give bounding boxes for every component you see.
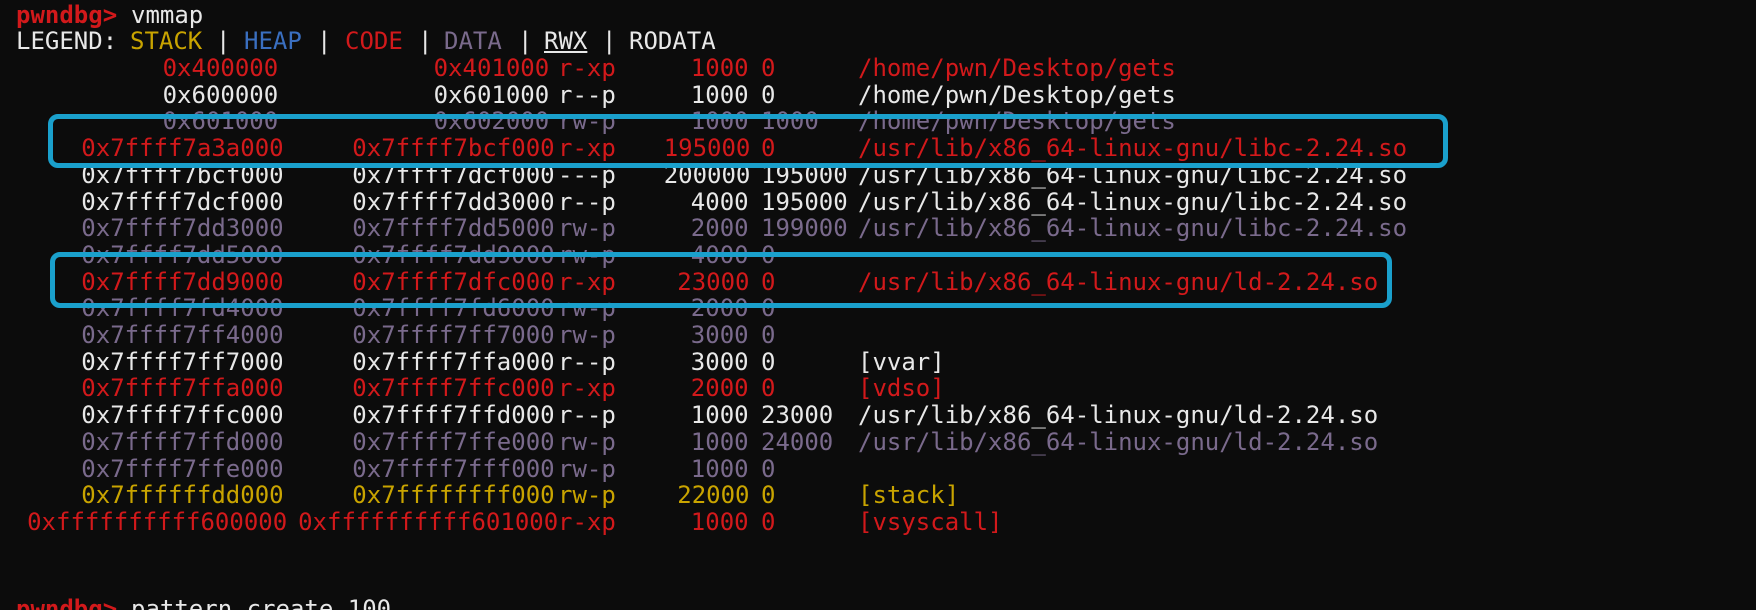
legend-line: LEGEND: STACK | HEAP | CODE | DATA | RWX… [16, 26, 716, 56]
permissions: r--p [558, 187, 616, 216]
legend-rodata: RODATA [629, 27, 716, 55]
offset: 195000 [761, 187, 848, 216]
permissions: rw-p [558, 481, 616, 510]
end-address: 0x7ffff7ffa000 [352, 347, 555, 376]
legend-label: LEGEND: [16, 27, 118, 55]
size: 4000 [690, 187, 749, 216]
end-address: 0x7ffff7dd3000 [352, 187, 555, 216]
end-address: 0x7ffff7ffd000 [352, 401, 555, 430]
path: [stack] [858, 481, 960, 510]
offset: 0 [761, 321, 776, 349]
start-address: 0xffffffffff600000 [27, 507, 288, 536]
offset: 0 [761, 507, 776, 536]
path: /usr/lib/x86_64-linux-gnu/ld-2.24.so [858, 427, 1379, 456]
prompt: pwndbg> [16, 595, 118, 610]
next-command-line: pwndbg> pattern create 100 [16, 594, 391, 610]
path: [vdso] [858, 374, 945, 403]
legend-stack: STACK [130, 27, 203, 55]
offset: 0 [761, 80, 776, 109]
permissions: rw-p [558, 454, 616, 483]
size: 1000 [690, 427, 749, 456]
size: 1000 [690, 401, 749, 430]
legend-sep: | [418, 27, 433, 55]
permissions: r-xp [558, 54, 616, 82]
terminal-window[interactable]: pwndbg> vmmap LEGEND: STACK | HEAP | CODE… [0, 0, 1756, 610]
offset: 23000 [761, 401, 834, 430]
path: /usr/lib/x86_64-linux-gnu/libc-2.24.so [858, 214, 1408, 243]
end-address: 0x7ffffffff000 [352, 481, 555, 510]
start-address: 0x7ffffffdd000 [81, 481, 284, 510]
start-address: 0x400000 [162, 54, 279, 82]
permissions: rw-p [558, 321, 616, 349]
end-address: 0x7ffff7ffe000 [352, 427, 555, 456]
permissions: r-xp [558, 507, 616, 536]
path: /home/pwn/Desktop/gets [858, 80, 1176, 109]
path: [vvar] [858, 347, 945, 376]
offset: 0 [761, 374, 776, 403]
legend-sep: | [317, 27, 332, 55]
highlight-box-ld-code [50, 252, 1392, 308]
permissions: rw-p [558, 214, 616, 243]
start-address: 0x7ffff7ff4000 [81, 321, 284, 349]
end-address: 0x7ffff7fff000 [352, 454, 555, 483]
offset: 0 [761, 481, 776, 510]
size: 1000 [690, 54, 749, 82]
permissions: r-xp [558, 374, 616, 403]
legend-sep: | [216, 27, 231, 55]
end-address: 0xffffffffff601000 [298, 507, 559, 536]
size: 1000 [690, 80, 749, 109]
legend-code: CODE [345, 27, 403, 55]
permissions: r--p [558, 80, 616, 109]
start-address: 0x7ffff7ffa000 [81, 374, 284, 403]
offset: 199000 [761, 214, 848, 243]
end-address: 0x601000 [433, 80, 550, 109]
path: /usr/lib/x86_64-linux-gnu/ld-2.24.so [858, 401, 1379, 430]
size: 2000 [690, 214, 749, 243]
highlight-box-libc-code [48, 114, 1448, 168]
legend-sep: | [518, 27, 533, 55]
end-address: 0x7ffff7ffc000 [352, 374, 555, 403]
size: 1000 [690, 507, 749, 536]
permissions: r--p [558, 401, 616, 430]
start-address: 0x7ffff7ffe000 [81, 454, 284, 483]
size: 2000 [690, 374, 749, 403]
start-address: 0x7ffff7ff7000 [81, 347, 284, 376]
permissions: r--p [558, 347, 616, 376]
legend-sep: | [602, 27, 617, 55]
size: 3000 [690, 347, 749, 376]
start-address: 0x7ffff7ffd000 [81, 427, 284, 456]
legend-rwx: RWX [544, 27, 588, 55]
start-address: 0x600000 [162, 80, 279, 109]
size: 22000 [677, 481, 750, 510]
path: [vsyscall] [858, 507, 1003, 536]
offset: 0 [761, 454, 776, 483]
start-address: 0x7ffff7ffc000 [81, 401, 284, 430]
next-command-text: pattern create 100 [131, 595, 392, 610]
offset: 0 [761, 347, 776, 376]
start-address: 0x7ffff7dd3000 [81, 214, 284, 243]
offset: 24000 [761, 427, 834, 456]
path: /home/pwn/Desktop/gets [858, 54, 1176, 82]
end-address: 0x401000 [433, 54, 550, 82]
start-address: 0x7ffff7dcf000 [81, 187, 284, 216]
path: /usr/lib/x86_64-linux-gnu/libc-2.24.so [858, 187, 1408, 216]
legend-data: DATA [444, 27, 502, 55]
end-address: 0x7ffff7dd5000 [352, 214, 555, 243]
size: 3000 [690, 321, 749, 349]
permissions: rw-p [558, 427, 616, 456]
size: 1000 [690, 454, 749, 483]
offset: 0 [761, 54, 776, 82]
end-address: 0x7ffff7ff7000 [352, 321, 555, 349]
legend-heap: HEAP [244, 27, 302, 55]
